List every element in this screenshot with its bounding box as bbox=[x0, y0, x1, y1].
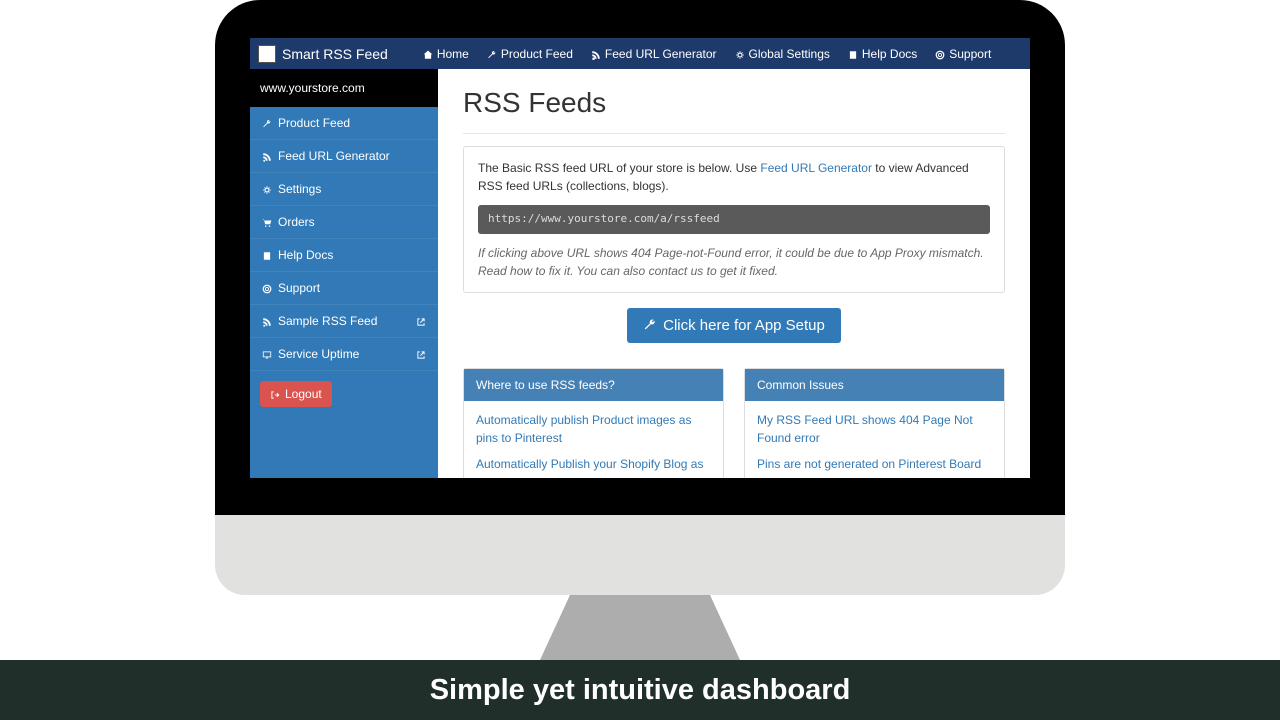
sidebar-label: Settings bbox=[278, 182, 321, 196]
main-content: RSS Feeds The Basic RSS feed URL of your… bbox=[438, 69, 1030, 478]
topnav-items: Home Product Feed Feed URL Generator Glo… bbox=[423, 47, 991, 61]
topnav-label: Product Feed bbox=[501, 47, 573, 61]
sidebar-orders[interactable]: Orders bbox=[250, 206, 438, 239]
how-to-fix-link[interactable]: how to fix it bbox=[510, 264, 570, 278]
book-icon bbox=[848, 49, 858, 59]
sidebar-product-feed[interactable]: Product Feed bbox=[250, 107, 438, 140]
app-setup-button[interactable]: Click here for App Setup bbox=[627, 308, 841, 343]
sidebar-label: Feed URL Generator bbox=[278, 149, 390, 163]
logout-icon bbox=[270, 389, 280, 399]
caption-bar: Simple yet intuitive dashboard bbox=[0, 660, 1280, 720]
wrench-icon bbox=[487, 49, 497, 59]
card-common-issues: Common Issues My RSS Feed URL shows 404 … bbox=[744, 368, 1005, 479]
sidebar-label: Sample RSS Feed bbox=[278, 314, 377, 328]
card-header: Where to use RSS feeds? bbox=[464, 369, 723, 401]
card-link[interactable]: My RSS Feed URL shows 404 Page Not Found… bbox=[757, 411, 992, 447]
topnav-label: Global Settings bbox=[749, 47, 830, 61]
sidebar-label: Orders bbox=[278, 215, 315, 229]
monitor-stand bbox=[540, 595, 740, 660]
home-icon bbox=[423, 49, 433, 59]
setup-button-wrap: Click here for App Setup bbox=[463, 308, 1005, 343]
rss-url-box[interactable]: https://www.yourstore.com/a/rssfeed bbox=[478, 205, 990, 234]
setup-button-label: Click here for App Setup bbox=[663, 317, 825, 334]
book-icon bbox=[262, 250, 272, 260]
topnav-label: Home bbox=[437, 47, 469, 61]
sidebar-label: Help Docs bbox=[278, 248, 333, 262]
external-link-icon bbox=[416, 316, 426, 326]
info-cards: Where to use RSS feeds? Automatically pu… bbox=[463, 368, 1005, 479]
info-panel: The Basic RSS feed URL of your store is … bbox=[463, 146, 1005, 293]
sidebar-service-uptime[interactable]: Service Uptime bbox=[250, 338, 438, 371]
brand[interactable]: Smart RSS Feed bbox=[258, 45, 388, 63]
logout-label: Logout bbox=[285, 387, 322, 401]
topnav-product-feed[interactable]: Product Feed bbox=[487, 47, 573, 61]
contact-us-link[interactable]: contact us bbox=[649, 264, 704, 278]
sidebar-label: Product Feed bbox=[278, 116, 350, 130]
external-link-icon bbox=[416, 349, 426, 359]
note-text-2: . You can also bbox=[570, 264, 649, 278]
monitor-bezel-bottom bbox=[215, 478, 1065, 515]
screen: Smart RSS Feed Home Product Feed Feed UR… bbox=[250, 38, 1030, 478]
caption-text: Simple yet intuitive dashboard bbox=[430, 674, 851, 707]
intro-text: The Basic RSS feed URL of your store is … bbox=[478, 161, 760, 175]
monitor-base bbox=[215, 515, 1065, 595]
sidebar-label: Service Uptime bbox=[278, 347, 359, 361]
sidebar-settings[interactable]: Settings bbox=[250, 173, 438, 206]
card-link[interactable]: Automatically Publish your Shopify Blog … bbox=[476, 455, 711, 473]
wrench-icon bbox=[262, 118, 272, 128]
sidebar-help-docs[interactable]: Help Docs bbox=[250, 239, 438, 272]
topnav-label: Help Docs bbox=[862, 47, 917, 61]
rss-icon bbox=[262, 316, 272, 326]
cart-icon bbox=[262, 217, 272, 227]
sidebar: www.yourstore.com Product Feed Feed URL … bbox=[250, 69, 438, 478]
topnav-home[interactable]: Home bbox=[423, 47, 469, 61]
monitor-icon bbox=[262, 349, 272, 359]
topnav-global-settings[interactable]: Global Settings bbox=[735, 47, 830, 61]
brand-text: Smart RSS Feed bbox=[282, 46, 388, 62]
monitor-frame: Smart RSS Feed Home Product Feed Feed UR… bbox=[215, 0, 1065, 478]
note-text-3: to get it fixed. bbox=[703, 264, 778, 278]
life-ring-icon bbox=[935, 49, 945, 59]
card-link[interactable]: Automatically publish Product images as … bbox=[476, 411, 711, 447]
wrench-icon bbox=[643, 318, 657, 332]
logout-button[interactable]: Logout bbox=[260, 381, 332, 407]
gear-icon bbox=[262, 184, 272, 194]
card-link[interactable]: Pins are not generated on Pinterest Boar… bbox=[757, 455, 992, 473]
gear-icon bbox=[735, 49, 745, 59]
rss-icon bbox=[262, 151, 272, 161]
topnav-label: Feed URL Generator bbox=[605, 47, 717, 61]
feed-url-generator-link[interactable]: Feed URL Generator bbox=[760, 161, 872, 175]
top-navbar: Smart RSS Feed Home Product Feed Feed UR… bbox=[250, 38, 1030, 69]
sidebar-feed-generator[interactable]: Feed URL Generator bbox=[250, 140, 438, 173]
sidebar-label: Support bbox=[278, 281, 320, 295]
card-where-to-use: Where to use RSS feeds? Automatically pu… bbox=[463, 368, 724, 479]
topnav-support[interactable]: Support bbox=[935, 47, 991, 61]
sidebar-support[interactable]: Support bbox=[250, 272, 438, 305]
sidebar-sample-rss[interactable]: Sample RSS Feed bbox=[250, 305, 438, 338]
brand-logo-icon bbox=[258, 45, 276, 63]
life-ring-icon bbox=[262, 283, 272, 293]
topnav-help-docs[interactable]: Help Docs bbox=[848, 47, 917, 61]
page-title: RSS Feeds bbox=[463, 87, 1005, 119]
store-url: www.yourstore.com bbox=[250, 69, 438, 107]
card-header: Common Issues bbox=[745, 369, 1004, 401]
topnav-feed-generator[interactable]: Feed URL Generator bbox=[591, 47, 717, 61]
divider bbox=[463, 133, 1005, 134]
topnav-label: Support bbox=[949, 47, 991, 61]
body-wrap: www.yourstore.com Product Feed Feed URL … bbox=[250, 69, 1030, 478]
rss-icon bbox=[591, 49, 601, 59]
